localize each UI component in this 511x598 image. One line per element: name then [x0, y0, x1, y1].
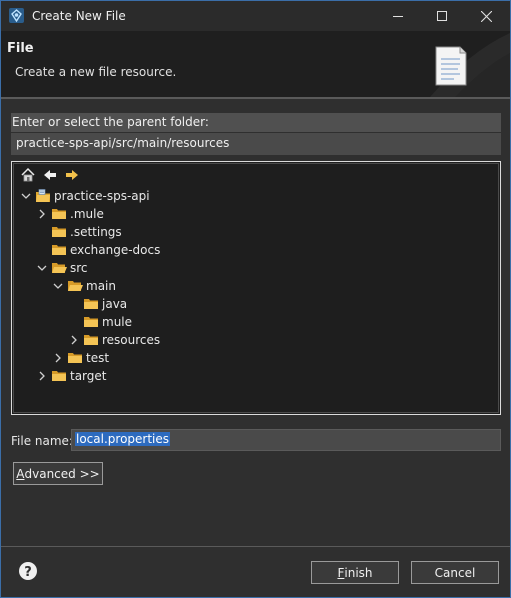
tree-item-label: target: [70, 369, 107, 383]
folder-icon: [50, 260, 68, 276]
tree-item[interactable]: .settings: [34, 223, 122, 241]
tree-item[interactable]: target: [34, 367, 107, 385]
chevron-down-icon[interactable]: [34, 260, 50, 276]
wizard-title: File: [7, 41, 34, 56]
folder-icon: [82, 296, 100, 312]
footer-divider: [1, 546, 510, 547]
finish-mnemonic: F: [337, 565, 345, 580]
eclipse-app-icon: [8, 7, 25, 24]
finish-button[interactable]: Finish: [311, 561, 399, 584]
tree-item[interactable]: java: [66, 295, 127, 313]
chevron-right-icon[interactable]: [50, 350, 66, 366]
project-icon: [34, 188, 52, 204]
title-bar[interactable]: Create New File: [1, 1, 510, 31]
minimize-icon: [393, 11, 403, 21]
chevron-right-icon[interactable]: [34, 206, 50, 222]
wizard-description: Create a new file resource.: [15, 65, 177, 79]
advanced-button[interactable]: Advanced >>: [13, 462, 103, 485]
advanced-label: dvanced >>: [24, 466, 100, 481]
folder-icon: [66, 278, 84, 294]
folder-tree-viewport[interactable]: practice-sps-api .mule .settings exchange-d…: [13, 163, 499, 413]
tree-item-label: mule: [102, 315, 133, 329]
folder-icon: [82, 332, 100, 348]
finish-label: inish: [344, 565, 373, 580]
window-title: Create New File: [32, 9, 126, 23]
minimize-button[interactable]: [376, 1, 420, 31]
cancel-button[interactable]: Cancel: [411, 561, 499, 584]
tree-item[interactable]: .mule: [34, 205, 104, 223]
home-icon[interactable]: [19, 166, 37, 184]
tree-item[interactable]: resources: [66, 331, 160, 349]
tree-item-label: main: [86, 279, 116, 293]
tree-item[interactable]: test: [50, 349, 109, 367]
parent-folder-label: Enter or select the parent folder:: [11, 113, 501, 132]
create-new-file-dialog: Create New File File Create a new file r…: [0, 0, 511, 598]
tree-item[interactable]: exchange-docs: [34, 241, 160, 259]
folder-icon: [66, 350, 84, 366]
advanced-mnemonic: A: [16, 466, 25, 481]
forward-icon[interactable]: [63, 166, 81, 184]
new-file-wizard-icon: [400, 31, 510, 97]
cancel-label: Cancel: [434, 565, 476, 580]
parent-folder-input[interactable]: practice-sps-api/src/main/resources: [11, 133, 501, 155]
folder-icon: [50, 368, 68, 384]
help-icon[interactable]: ?: [18, 561, 38, 581]
chevron-down-icon[interactable]: [18, 188, 34, 204]
file-name-input[interactable]: local.properties: [71, 429, 501, 451]
dialog-content: Enter or select the parent folder: pract…: [1, 99, 510, 546]
folder-icon: [82, 314, 100, 330]
folder-icon: [50, 224, 68, 240]
chevron-right-icon[interactable]: [66, 332, 82, 348]
tree-item-label: test: [86, 351, 110, 365]
tree-item-label: .settings: [70, 225, 122, 239]
folder-tree[interactable]: practice-sps-api .mule .settings exchange-d…: [11, 161, 501, 415]
tree-item-label: resources: [102, 333, 161, 347]
tree-item-label: exchange-docs: [70, 243, 161, 257]
close-icon: [480, 10, 492, 22]
maximize-button[interactable]: [420, 1, 464, 31]
tree-item-label: java: [102, 297, 128, 311]
file-name-label: File name:: [11, 434, 73, 448]
tree-toolbar: [19, 166, 81, 184]
folder-icon: [50, 242, 68, 258]
tree-item-label: practice-sps-api: [54, 189, 150, 203]
folder-icon: [50, 206, 68, 222]
tree-item-label: .mule: [70, 207, 104, 221]
file-name-selected-text: local.properties: [75, 432, 171, 446]
tree-item[interactable]: mule: [66, 313, 132, 331]
tree-item[interactable]: main: [50, 277, 116, 295]
svg-text:?: ?: [24, 565, 32, 580]
back-icon[interactable]: [41, 166, 59, 184]
tree-item[interactable]: src: [34, 259, 88, 277]
close-button[interactable]: [464, 1, 508, 31]
tree-item-label: src: [70, 261, 88, 275]
chevron-right-icon[interactable]: [34, 368, 50, 384]
tree-item[interactable]: practice-sps-api: [18, 187, 150, 205]
chevron-down-icon[interactable]: [50, 278, 66, 294]
maximize-icon: [437, 11, 447, 21]
wizard-banner: File Create a new file resource.: [1, 31, 510, 97]
